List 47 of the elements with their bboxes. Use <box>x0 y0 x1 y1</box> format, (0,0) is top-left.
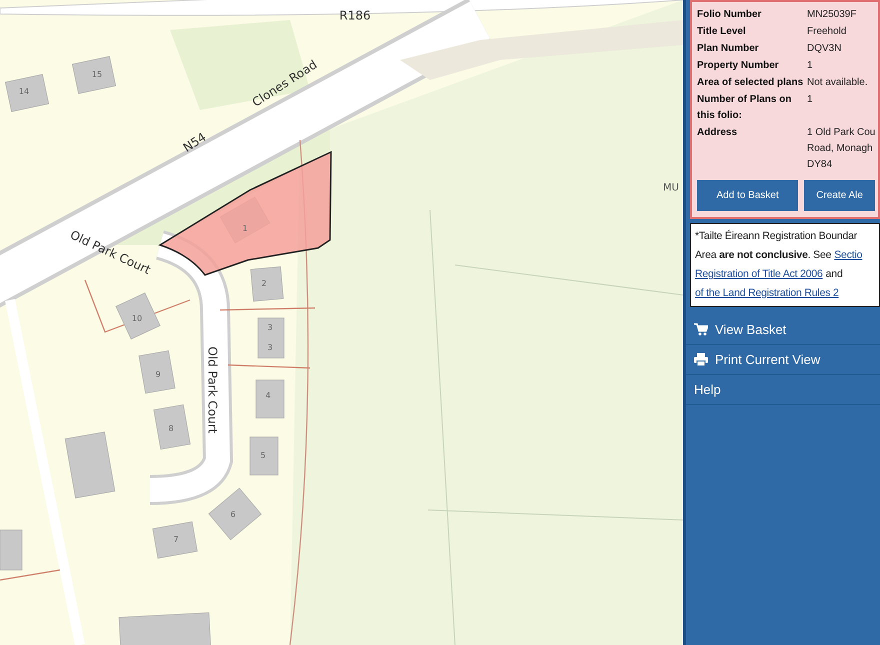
road-label: R186 <box>339 8 371 22</box>
detail-value: DQV3N <box>807 42 842 56</box>
detail-label: Folio Number <box>697 8 762 22</box>
house-number: 10 <box>132 314 142 324</box>
print-icon <box>694 353 708 366</box>
detail-value: 1 <box>807 59 813 73</box>
detail-label: Area of selected plans <box>697 76 804 90</box>
detail-value: Road, Monagh <box>807 142 874 156</box>
detail-label: Address <box>697 126 738 140</box>
detail-value: Not available. <box>807 76 868 90</box>
house-number: 14 <box>18 87 30 96</box>
house-number: 2 <box>261 279 267 288</box>
disclaimer-text: Area are not conclusive. See <box>695 248 832 263</box>
disclaimer-link[interactable]: Registration of Title Act 2006 <box>695 265 823 284</box>
detail-value: Freehold <box>807 25 846 39</box>
house-number: 3 <box>267 323 273 332</box>
disclaimer-link[interactable]: of the Land Registration Rules 2 <box>695 284 839 303</box>
detail-value: 1 Old Park Cou <box>807 126 876 140</box>
house-number: 4 <box>265 391 271 400</box>
action-button[interactable]: Add to Basket <box>697 180 798 211</box>
road-label: N54 <box>180 130 209 155</box>
cart-icon <box>694 323 708 336</box>
menu-item[interactable]: View Basket <box>686 315 880 345</box>
menu-item[interactable]: Print Current View <box>686 345 880 375</box>
disclaimer-link[interactable]: Sectio <box>834 246 862 265</box>
road-label: Old Park Court <box>206 346 220 434</box>
house-number: 5 <box>260 451 266 460</box>
selected-parcel[interactable] <box>159 151 332 276</box>
detail-label: Title Level <box>697 25 747 39</box>
house-number: 7 <box>173 535 179 544</box>
detail-label: Number of Plans on this folio: <box>697 93 792 123</box>
detail-value: MN25039F <box>807 8 856 22</box>
house-number: 9 <box>155 370 161 380</box>
menu-item[interactable]: Help <box>686 375 880 405</box>
detail-value: DY84 <box>807 158 834 172</box>
detail-label: Property Number <box>697 59 780 73</box>
house-number: 6 <box>230 510 236 520</box>
detail-label: Plan Number <box>697 42 760 56</box>
house-number: 8 <box>168 424 174 434</box>
house-number: 1 <box>242 224 248 234</box>
area-label: MU <box>663 182 679 194</box>
disclaimer-text: and <box>826 267 843 282</box>
action-button[interactable]: Create Ale <box>804 180 875 211</box>
house-number: 15 <box>92 70 102 80</box>
house-number: 3 <box>267 343 273 352</box>
detail-value: 1 <box>807 93 813 107</box>
disclaimer-text: *Tailte Éireann Registration Boundar <box>695 228 858 244</box>
